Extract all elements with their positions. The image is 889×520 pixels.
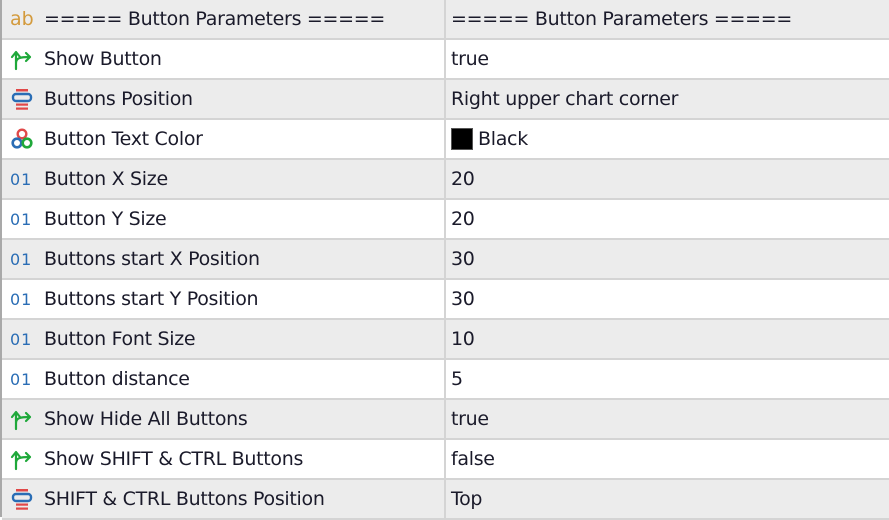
parameter-name: ===== Button Parameters ===== xyxy=(44,8,386,30)
parameter-name-cell: Buttons Position xyxy=(2,80,446,118)
color-icon xyxy=(10,127,36,151)
parameter-name: Button Text Color xyxy=(44,128,203,150)
parameter-value-cell[interactable]: true xyxy=(446,400,889,438)
parameter-value-cell[interactable]: 10 xyxy=(446,320,889,358)
parameter-value[interactable]: 30 xyxy=(451,288,475,310)
enum-icon xyxy=(10,87,36,111)
parameter-value-cell[interactable]: ===== Button Parameters ===== xyxy=(446,0,889,38)
parameter-value-cell[interactable]: Right upper chart corner xyxy=(446,80,889,118)
parameter-value[interactable]: ===== Button Parameters ===== xyxy=(451,8,792,30)
parameter-row[interactable]: ab ===== Button Parameters ===== ===== But… xyxy=(2,0,889,40)
parameter-row[interactable]: 01 Button Y Size 20 xyxy=(2,200,889,240)
int-icon: 01 xyxy=(10,169,33,189)
parameter-row[interactable]: Show Button true xyxy=(2,40,889,80)
parameter-name-cell: 01 Button Font Size xyxy=(2,320,446,358)
parameter-value-cell[interactable]: 5 xyxy=(446,360,889,398)
int-icon: 01 xyxy=(10,369,33,389)
bool-icon xyxy=(10,47,36,71)
parameter-name: Buttons start Y Position xyxy=(44,288,259,310)
parameter-value[interactable]: Top xyxy=(451,488,482,510)
parameter-row[interactable]: 01 Button X Size 20 xyxy=(2,160,889,200)
parameter-value[interactable]: 20 xyxy=(451,168,475,190)
color-swatch[interactable] xyxy=(451,128,473,150)
string-icon: ab xyxy=(10,8,34,30)
parameter-name: Buttons start X Position xyxy=(44,248,260,270)
parameter-row[interactable]: 01 Button Font Size 10 xyxy=(2,320,889,360)
parameter-value[interactable]: 30 xyxy=(451,248,475,270)
parameter-name: Buttons Position xyxy=(44,88,193,110)
int-icon: 01 xyxy=(10,289,33,309)
parameter-row[interactable]: 01 Button distance 5 xyxy=(2,360,889,400)
parameter-name: Show Button xyxy=(44,48,162,70)
parameter-name-cell: 01 Button X Size xyxy=(2,160,446,198)
parameter-value[interactable]: Right upper chart corner xyxy=(451,88,678,110)
parameter-row[interactable]: Show Hide All Buttons true xyxy=(2,400,889,440)
bool-icon xyxy=(10,407,36,431)
parameter-name-cell: Show Hide All Buttons xyxy=(2,400,446,438)
parameter-name-cell: 01 Button Y Size xyxy=(2,200,446,238)
parameter-name-cell: 01 Button distance xyxy=(2,360,446,398)
parameter-row[interactable]: Buttons Position Right upper chart corner xyxy=(2,80,889,120)
int-icon: 01 xyxy=(10,209,33,229)
enum-icon xyxy=(10,487,36,511)
parameter-value-cell[interactable]: 20 xyxy=(446,160,889,198)
parameter-value[interactable]: 5 xyxy=(451,368,463,390)
parameter-value[interactable]: false xyxy=(451,448,495,470)
parameter-name: Button distance xyxy=(44,368,190,390)
parameter-value-cell[interactable]: 20 xyxy=(446,200,889,238)
parameter-name-cell: Show SHIFT & CTRL Buttons xyxy=(2,440,446,478)
parameter-value[interactable]: 10 xyxy=(451,328,475,350)
parameter-value-cell[interactable]: false xyxy=(446,440,889,478)
parameters-grid: ab ===== Button Parameters ===== ===== But… xyxy=(0,0,889,520)
parameter-name-cell: SHIFT & CTRL Buttons Position xyxy=(2,480,446,518)
int-icon: 01 xyxy=(10,249,33,269)
parameter-row[interactable]: Button Text Color Black xyxy=(2,120,889,160)
parameter-value-cell[interactable]: 30 xyxy=(446,280,889,318)
parameter-row[interactable]: 01 Buttons start X Position 30 xyxy=(2,240,889,280)
parameter-row[interactable]: SHIFT & CTRL Buttons Position Top xyxy=(2,480,889,520)
parameter-value[interactable]: true xyxy=(451,408,489,430)
parameter-name: Button X Size xyxy=(44,168,168,190)
parameter-name-cell: ab ===== Button Parameters ===== xyxy=(2,0,446,38)
parameter-value-cell[interactable]: Top xyxy=(446,480,889,518)
parameter-value-cell[interactable]: Black xyxy=(446,120,889,158)
parameter-name: Show Hide All Buttons xyxy=(44,408,248,430)
parameter-name-cell: Show Button xyxy=(2,40,446,78)
parameter-name-cell: 01 Buttons start Y Position xyxy=(2,280,446,318)
parameter-name: SHIFT & CTRL Buttons Position xyxy=(44,488,325,510)
parameter-value-cell[interactable]: true xyxy=(446,40,889,78)
parameter-value[interactable]: 20 xyxy=(451,208,475,230)
int-icon: 01 xyxy=(10,329,33,349)
parameter-name-cell: Button Text Color xyxy=(2,120,446,158)
parameter-value[interactable]: true xyxy=(451,48,489,70)
parameter-row[interactable]: Show SHIFT & CTRL Buttons false xyxy=(2,440,889,480)
parameter-name: Button Y Size xyxy=(44,208,167,230)
parameter-value[interactable]: Black xyxy=(478,128,528,150)
parameter-name-cell: 01 Buttons start X Position xyxy=(2,240,446,278)
parameter-name: Button Font Size xyxy=(44,328,196,350)
parameter-row[interactable]: 01 Buttons start Y Position 30 xyxy=(2,280,889,320)
parameter-name: Show SHIFT & CTRL Buttons xyxy=(44,448,304,470)
bool-icon xyxy=(10,447,36,471)
parameter-value-cell[interactable]: 30 xyxy=(446,240,889,278)
